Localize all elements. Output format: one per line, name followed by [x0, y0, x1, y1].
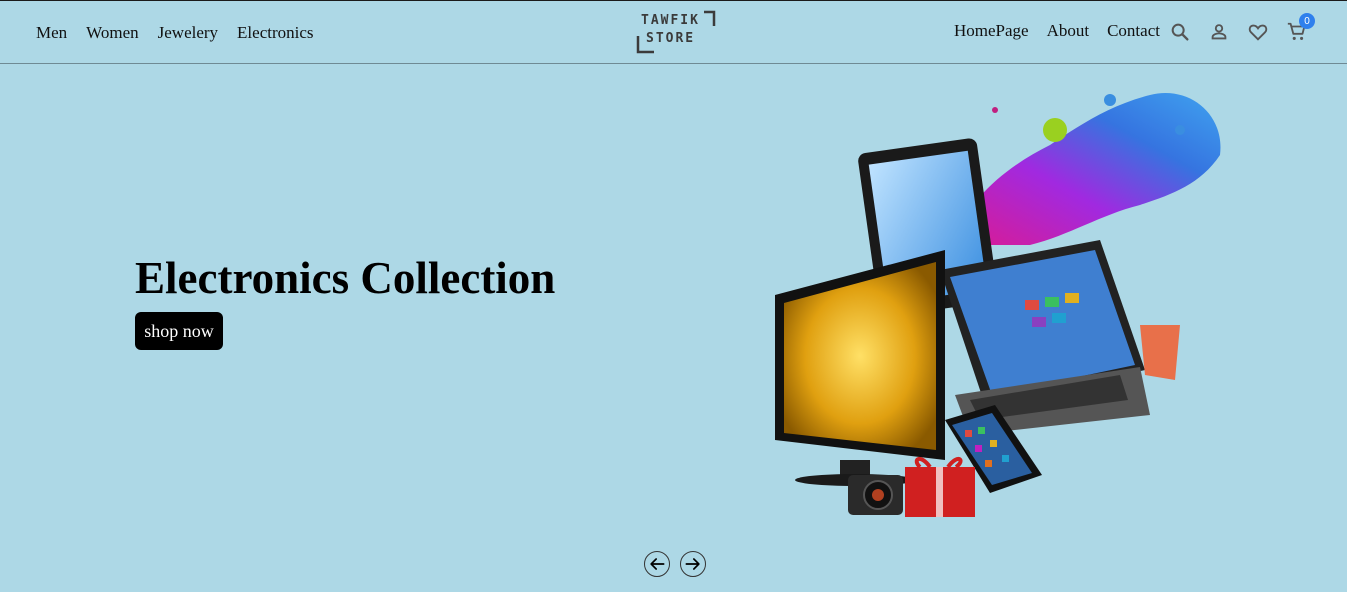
- page-nav: HomePage About Contact: [954, 21, 1160, 41]
- hero-title: Electronics Collection: [135, 253, 556, 303]
- carousel-next-button[interactable]: [680, 551, 706, 577]
- carousel-prev-button[interactable]: [644, 551, 670, 577]
- nav-link-women[interactable]: Women: [86, 23, 138, 43]
- arrow-right-icon: [685, 558, 700, 570]
- nav-link-jewelery[interactable]: Jewelery: [158, 23, 218, 43]
- logo-line-2: STORE: [646, 31, 696, 46]
- site-header: Men Women Jewelery Electronics TAWFIK ST…: [0, 1, 1347, 64]
- store-logo[interactable]: TAWFIK STORE: [636, 10, 716, 54]
- nav-link-electronics[interactable]: Electronics: [237, 23, 313, 43]
- logo-line-1: TAWFIK: [641, 13, 700, 28]
- nav-link-homepage[interactable]: HomePage: [954, 21, 1029, 41]
- search-icon[interactable]: [1169, 21, 1191, 43]
- shop-now-button[interactable]: shop now: [135, 312, 223, 350]
- user-icon[interactable]: [1208, 21, 1230, 43]
- arrow-left-icon: [650, 558, 665, 570]
- cart-count-badge: 0: [1299, 13, 1315, 29]
- nav-link-men[interactable]: Men: [36, 23, 67, 43]
- category-nav: Men Women Jewelery Electronics: [36, 23, 314, 43]
- header-icons: [1169, 21, 1308, 43]
- heart-icon[interactable]: [1247, 21, 1269, 43]
- nav-link-contact[interactable]: Contact: [1107, 21, 1160, 41]
- nav-link-about[interactable]: About: [1047, 21, 1090, 41]
- hero-electronics-image: [770, 75, 1235, 523]
